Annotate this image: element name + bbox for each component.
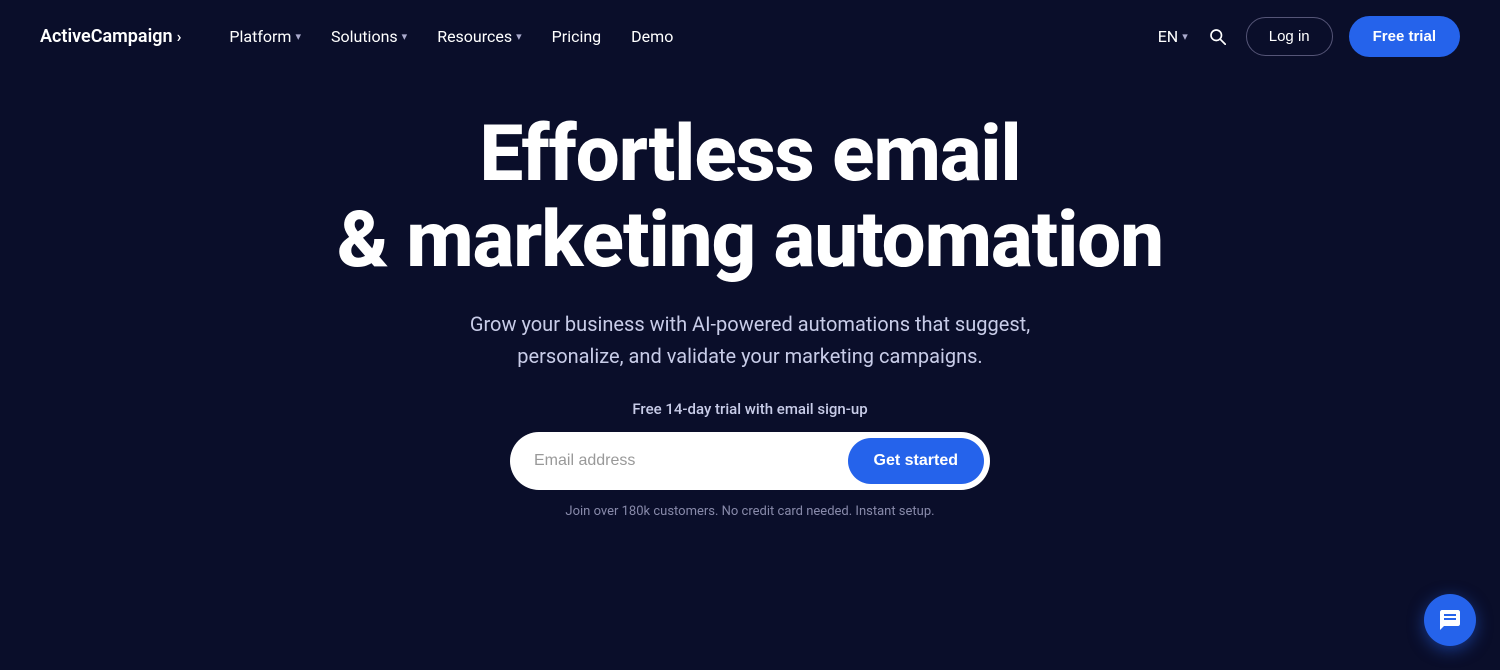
fine-print: Join over 180k customers. No credit card… (565, 504, 934, 519)
free-trial-button[interactable]: Free trial (1349, 16, 1460, 57)
email-form: Get started (510, 432, 990, 490)
nav-item-pricing[interactable]: Pricing (540, 19, 614, 54)
chat-bubble-button[interactable] (1424, 594, 1476, 646)
logo-text: ActiveCampaign (40, 26, 173, 47)
chevron-down-icon: ▾ (402, 30, 408, 43)
language-selector[interactable]: EN ▾ (1158, 27, 1188, 46)
logo-arrow: › (177, 27, 182, 46)
nav-item-resources[interactable]: Resources ▾ (425, 19, 533, 54)
search-icon (1208, 27, 1226, 45)
hero-section: Effortless email & marketing automation … (0, 72, 1500, 539)
chevron-down-icon: ▾ (295, 30, 301, 43)
nav-item-solutions[interactable]: Solutions ▾ (319, 19, 419, 54)
chevron-down-icon: ▾ (1182, 30, 1188, 43)
trial-label: Free 14-day trial with email sign-up (632, 400, 867, 418)
hero-subtitle: Grow your business with AI-powered autom… (440, 308, 1060, 372)
get-started-button[interactable]: Get started (848, 438, 984, 484)
navbar: ActiveCampaign › Platform ▾ Solutions ▾ … (0, 0, 1500, 72)
nav-left: ActiveCampaign › Platform ▾ Solutions ▾ … (40, 19, 685, 54)
chevron-down-icon: ▾ (516, 30, 522, 43)
login-button[interactable]: Log in (1246, 17, 1333, 56)
search-button[interactable] (1204, 23, 1230, 49)
nav-right: EN ▾ Log in Free trial (1158, 16, 1460, 57)
chat-icon (1438, 608, 1462, 632)
logo[interactable]: ActiveCampaign › (40, 26, 181, 47)
nav-item-demo[interactable]: Demo (619, 19, 685, 54)
nav-item-platform[interactable]: Platform ▾ (217, 19, 313, 54)
email-input[interactable] (534, 452, 848, 470)
hero-title: Effortless email & marketing automation (337, 112, 1163, 284)
nav-links: Platform ▾ Solutions ▾ Resources ▾ Prici… (217, 19, 685, 54)
